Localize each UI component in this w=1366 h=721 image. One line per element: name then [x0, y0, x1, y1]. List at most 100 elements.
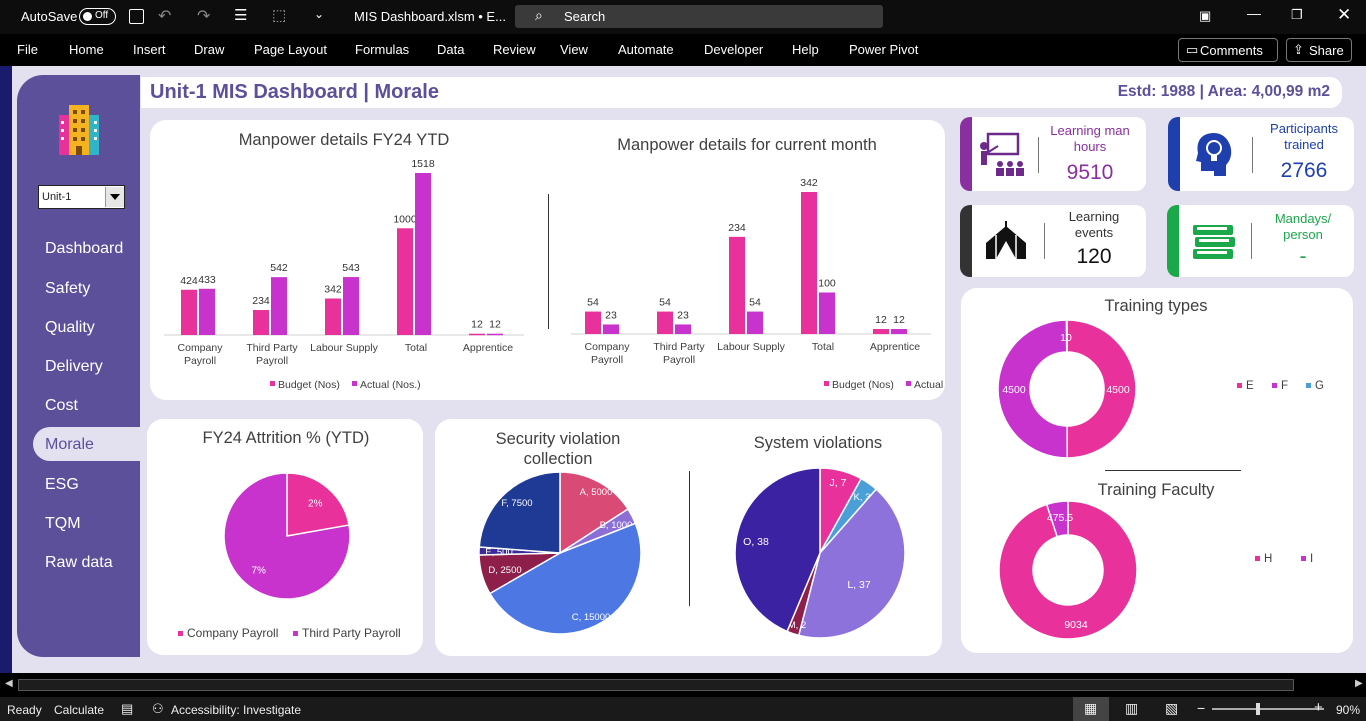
- sidebar-item-esg[interactable]: ESG: [45, 476, 79, 494]
- search-box[interactable]: ⌕ Search: [515, 5, 883, 28]
- zoom-level[interactable]: 90%: [1336, 703, 1360, 717]
- sidebar-item-quality[interactable]: Quality: [45, 319, 95, 337]
- save-icon[interactable]: [129, 9, 144, 24]
- autosave-toggle[interactable]: Off: [79, 8, 116, 25]
- x-tick-label: Apprentice: [870, 341, 920, 353]
- legend-label: Actual (Nos.): [914, 379, 945, 391]
- tab-power-pivot[interactable]: Power Pivot: [849, 42, 918, 57]
- tab-formulas[interactable]: Formulas: [355, 42, 409, 57]
- tab-file[interactable]: File: [17, 42, 38, 57]
- chart-title: Manpower details for current month: [617, 136, 877, 154]
- restore-icon[interactable]: ❐: [1291, 7, 1303, 23]
- sidebar-item-raw-data[interactable]: Raw data: [45, 554, 113, 572]
- sidebar-item-dashboard[interactable]: Dashboard: [45, 240, 123, 258]
- chart-title: System violations: [754, 434, 882, 452]
- share-button[interactable]: ⇪ Share: [1286, 38, 1352, 62]
- bar-actual: [747, 311, 763, 334]
- tab-home[interactable]: Home: [69, 42, 104, 57]
- title-bar: AutoSave Off ↶ ↷ ☰ ⬚ ⌄ MIS Dashboard.xls…: [0, 0, 1366, 34]
- bar-data-label: 234: [728, 222, 746, 234]
- unit-dropdown[interactable]: Unit-1: [38, 185, 125, 209]
- sidebar-item-delivery[interactable]: Delivery: [45, 358, 103, 376]
- customize-toolbar-icon[interactable]: ⌄: [314, 7, 324, 21]
- slice-data-label: 4500: [1106, 384, 1130, 396]
- legend-swatch: [1255, 556, 1260, 561]
- sidebar-item-tqm[interactable]: TQM: [45, 515, 81, 533]
- ribbon-tabs: File Home Insert Draw Page Layout Formul…: [0, 34, 1366, 66]
- redo-icon[interactable]: ↷: [197, 6, 210, 26]
- scroll-right-icon[interactable]: ▶: [1355, 678, 1363, 689]
- tab-automate[interactable]: Automate: [618, 42, 674, 57]
- normal-view-button[interactable]: ▦: [1073, 697, 1109, 721]
- legend-swatch: [178, 631, 183, 636]
- minimize-icon[interactable]: —: [1247, 5, 1261, 21]
- bar-actual: [487, 333, 503, 336]
- tab-data[interactable]: Data: [437, 42, 464, 57]
- tab-page-layout[interactable]: Page Layout: [254, 42, 327, 57]
- search-icon: ⌕: [535, 7, 543, 23]
- x-tick-label: Labour Supply: [310, 342, 378, 354]
- kpi-value: -: [1299, 245, 1307, 268]
- page-layout-icon[interactable]: ▥: [1125, 700, 1138, 717]
- bar-actual: [199, 288, 215, 335]
- attrition-chart: FY24 Attrition % (YTD) 2% 7% Company Payrol…: [178, 429, 401, 640]
- sidebar-item-cost[interactable]: Cost: [45, 397, 78, 415]
- close-icon[interactable]: ✕: [1337, 5, 1351, 25]
- status-ready: Ready: [7, 703, 42, 717]
- legend-label: Actual (Nos.): [360, 379, 421, 391]
- zoom-out-icon[interactable]: −: [1197, 700, 1205, 716]
- bar-data-label: 100: [818, 277, 836, 289]
- tab-help[interactable]: Help: [792, 42, 819, 57]
- kpi-label: Learning man hours: [1050, 123, 1130, 154]
- page-break-icon[interactable]: ▧: [1165, 700, 1178, 717]
- sidebar-item-safety[interactable]: Safety: [45, 280, 90, 298]
- tab-draw[interactable]: Draw: [194, 42, 224, 57]
- accessibility-icon[interactable]: ⚇: [152, 701, 164, 717]
- legend-label: Company Payroll: [187, 626, 278, 640]
- x-tick-label: Third Party: [653, 341, 705, 353]
- pie-slice-f: [478, 471, 561, 554]
- manpower-ytd-chart: Manpower details FY24 YTD424 433CompanyPa…: [164, 131, 524, 391]
- file-name: MIS Dashboard.xlsm • E...: [354, 9, 506, 24]
- undo-icon[interactable]: ↶: [158, 6, 171, 26]
- bar-data-label: 54: [587, 297, 599, 309]
- scroll-left-icon[interactable]: ◀: [5, 678, 13, 689]
- status-calculate[interactable]: Calculate: [54, 703, 104, 717]
- slice-data-label: F, 7500: [501, 498, 532, 509]
- tab-view[interactable]: View: [560, 42, 588, 57]
- legend-swatch: [824, 381, 829, 386]
- legend-swatch: [352, 381, 357, 386]
- slice-data-label: 2%: [308, 498, 323, 509]
- comments-button[interactable]: ▭ Comments: [1178, 38, 1278, 62]
- chart-title: Manpower details FY24 YTD: [239, 131, 450, 149]
- ribbon-display-icon[interactable]: ▣: [1199, 8, 1211, 24]
- tab-insert[interactable]: Insert: [133, 42, 166, 57]
- legend-label: Budget (Nos): [832, 379, 894, 391]
- horizontal-scrollbar[interactable]: ◀ ▶: [0, 676, 1366, 694]
- tent-icon: [986, 221, 1026, 259]
- tab-developer[interactable]: Developer: [704, 42, 763, 57]
- legend-label: Third Party Payroll: [302, 626, 401, 640]
- chart-title: Training Faculty: [1098, 481, 1216, 499]
- bar-data-label: 542: [270, 262, 288, 274]
- tab-review[interactable]: Review: [493, 42, 536, 57]
- slice-data-label: O, 38: [743, 536, 769, 548]
- accessibility-status[interactable]: Accessibility: Investigate: [171, 703, 301, 717]
- zoom-in-icon[interactable]: +: [1314, 699, 1323, 716]
- kpi-participants: Participants trained 2766: [1168, 117, 1354, 191]
- x-tick-label: Apprentice: [463, 342, 513, 354]
- bar-data-label: 1518: [411, 158, 435, 170]
- legend-label: Budget (Nos): [278, 379, 340, 391]
- zoom-slider[interactable]: [1212, 703, 1324, 715]
- scroll-thumb[interactable]: [18, 679, 1294, 691]
- chart-title: FY24 Attrition % (YTD): [203, 429, 370, 447]
- kpi-learning-hours: Learning man hours 9510: [960, 117, 1146, 191]
- site-info: Estd: 1988 | Area: 4,00,99 m2: [1117, 83, 1330, 100]
- manpower-card: Manpower details FY24 YTD 424 433 Company Pa…: [150, 120, 945, 400]
- align-icon[interactable]: ☰: [234, 6, 247, 24]
- chevron-down-icon[interactable]: [105, 187, 124, 207]
- bar-actual: [415, 173, 431, 335]
- macro-record-icon[interactable]: ▤: [121, 701, 133, 717]
- select-objects-icon[interactable]: ⬚: [272, 6, 286, 24]
- sidebar-item-morale[interactable]: Morale: [45, 436, 94, 454]
